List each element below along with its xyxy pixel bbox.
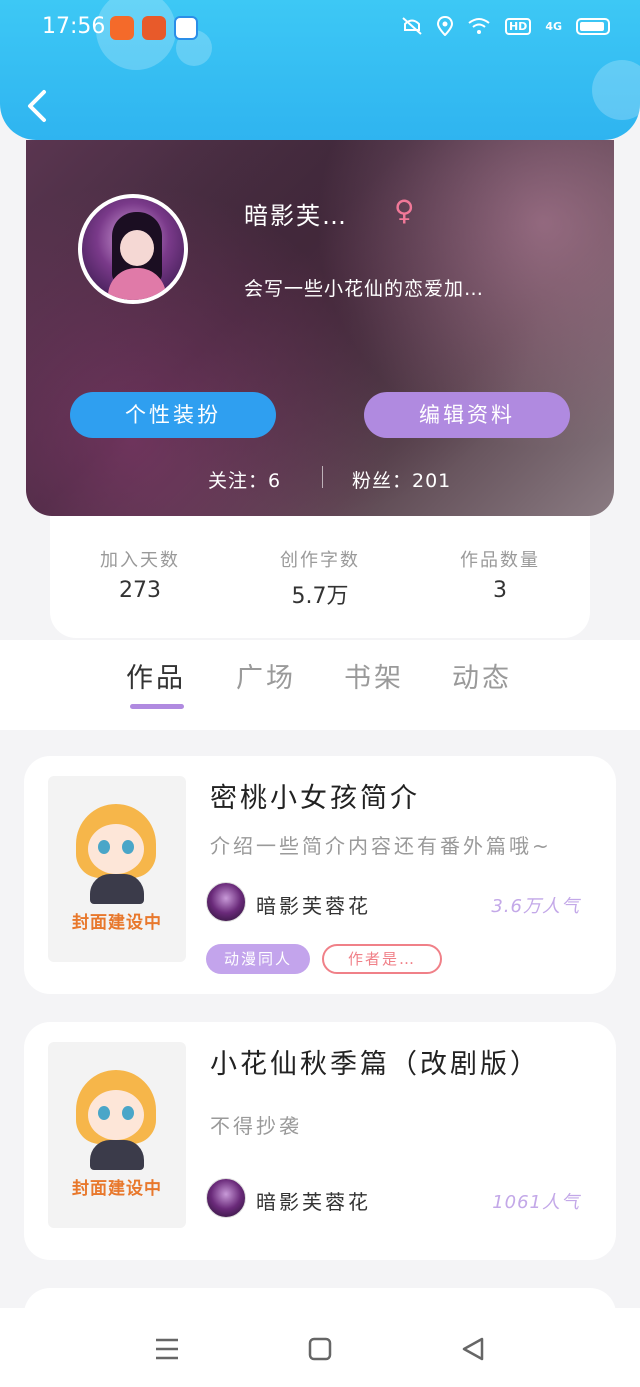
stat-join-days: 加入天数 273 bbox=[50, 546, 230, 603]
author-avatar bbox=[206, 882, 246, 922]
divider bbox=[322, 466, 323, 488]
tab-plaza[interactable]: 广场 bbox=[216, 656, 316, 695]
work-description: 不得抄袭 bbox=[210, 1114, 302, 1138]
active-tab-indicator bbox=[130, 704, 184, 709]
edit-profile-button[interactable]: 编辑资料 bbox=[364, 392, 570, 438]
home-icon[interactable] bbox=[303, 1332, 337, 1366]
stat-value: 273 bbox=[119, 578, 161, 603]
work-card[interactable]: 封面建设中 密桃小女孩简介 介绍一些简介内容还有番外篇哦~ 暗影芙蓉花 3.6万… bbox=[24, 756, 616, 994]
back-triangle-icon[interactable] bbox=[456, 1332, 490, 1366]
status-time: 17:56 bbox=[42, 14, 106, 39]
hd-icon: HD bbox=[504, 17, 532, 35]
author-avatar bbox=[206, 1178, 246, 1218]
work-title[interactable]: 小花仙秋季篇（改剧版） bbox=[210, 1042, 540, 1081]
system-nav-bar bbox=[0, 1308, 640, 1387]
tab-activity[interactable]: 动态 bbox=[432, 656, 532, 695]
app-icon-browser bbox=[174, 16, 198, 40]
decor-bubble bbox=[592, 60, 640, 120]
cover-placeholder-text: 封面建设中 bbox=[72, 1179, 162, 1199]
popularity-count: 3.6万人气 bbox=[491, 896, 580, 917]
status-bar: 17:56 HD 4G bbox=[0, 0, 640, 56]
stat-word-count: 创作字数 5.7万 bbox=[230, 546, 410, 610]
location-icon bbox=[436, 16, 453, 36]
work-card[interactable]: 封面建设中 小花仙秋季篇（改剧版） 不得抄袭 暗影芙蓉花 1061人气 bbox=[24, 1022, 616, 1260]
work-title[interactable]: 密桃小女孩简介 bbox=[210, 776, 420, 815]
personalize-button[interactable]: 个性装扮 bbox=[70, 392, 276, 438]
app-icon-shop bbox=[142, 16, 166, 40]
author-name: 暗影芙蓉花 bbox=[256, 1190, 371, 1214]
genre-tag[interactable]: 动漫同人 bbox=[206, 944, 310, 974]
back-button[interactable] bbox=[20, 86, 56, 126]
wifi-icon bbox=[468, 18, 490, 34]
menu-icon[interactable] bbox=[150, 1332, 184, 1366]
app-icon-orange bbox=[110, 16, 134, 40]
header-bar: 17:56 HD 4G bbox=[0, 0, 640, 140]
avatar[interactable] bbox=[78, 194, 188, 304]
tab-bookshelf[interactable]: 书架 bbox=[324, 656, 424, 695]
female-icon: ♀ bbox=[394, 194, 415, 227]
work-description: 介绍一些简介内容还有番外篇哦~ bbox=[210, 834, 552, 858]
work-cover[interactable]: 封面建设中 bbox=[48, 1042, 186, 1228]
author-name: 暗影芙蓉花 bbox=[256, 894, 371, 918]
stats-panel: 加入天数 273 创作字数 5.7万 作品数量 3 bbox=[50, 516, 590, 638]
profile-name: 暗影芙… bbox=[244, 202, 348, 230]
stat-works-count: 作品数量 3 bbox=[410, 546, 590, 603]
popularity-count: 1061人气 bbox=[492, 1192, 580, 1213]
stat-label: 作品数量 bbox=[460, 550, 540, 571]
tab-works[interactable]: 作品 bbox=[106, 656, 206, 695]
stat-value: 3 bbox=[493, 578, 507, 603]
4g-signal-icon: 4G bbox=[545, 19, 562, 33]
profile-card: 暗影芙… ♀ 会写一些小花仙的恋爱加… 个性装扮 编辑资料 关注：6 粉丝：20… bbox=[26, 140, 614, 516]
author-tag[interactable]: 作者是… bbox=[322, 944, 442, 974]
stat-value: 5.7万 bbox=[291, 584, 349, 609]
following-count[interactable]: 关注：6 bbox=[208, 466, 281, 493]
battery-icon bbox=[576, 17, 610, 35]
tab-bar: 作品 广场 书架 动态 bbox=[0, 640, 640, 730]
mute-icon bbox=[402, 17, 422, 35]
cover-placeholder-text: 封面建设中 bbox=[72, 913, 162, 933]
work-cover[interactable]: 封面建设中 bbox=[48, 776, 186, 962]
stat-label: 加入天数 bbox=[100, 550, 180, 571]
profile-bio: 会写一些小花仙的恋爱加… bbox=[244, 278, 485, 300]
fans-count[interactable]: 粉丝：201 bbox=[352, 466, 451, 493]
stat-label: 创作字数 bbox=[280, 550, 360, 571]
